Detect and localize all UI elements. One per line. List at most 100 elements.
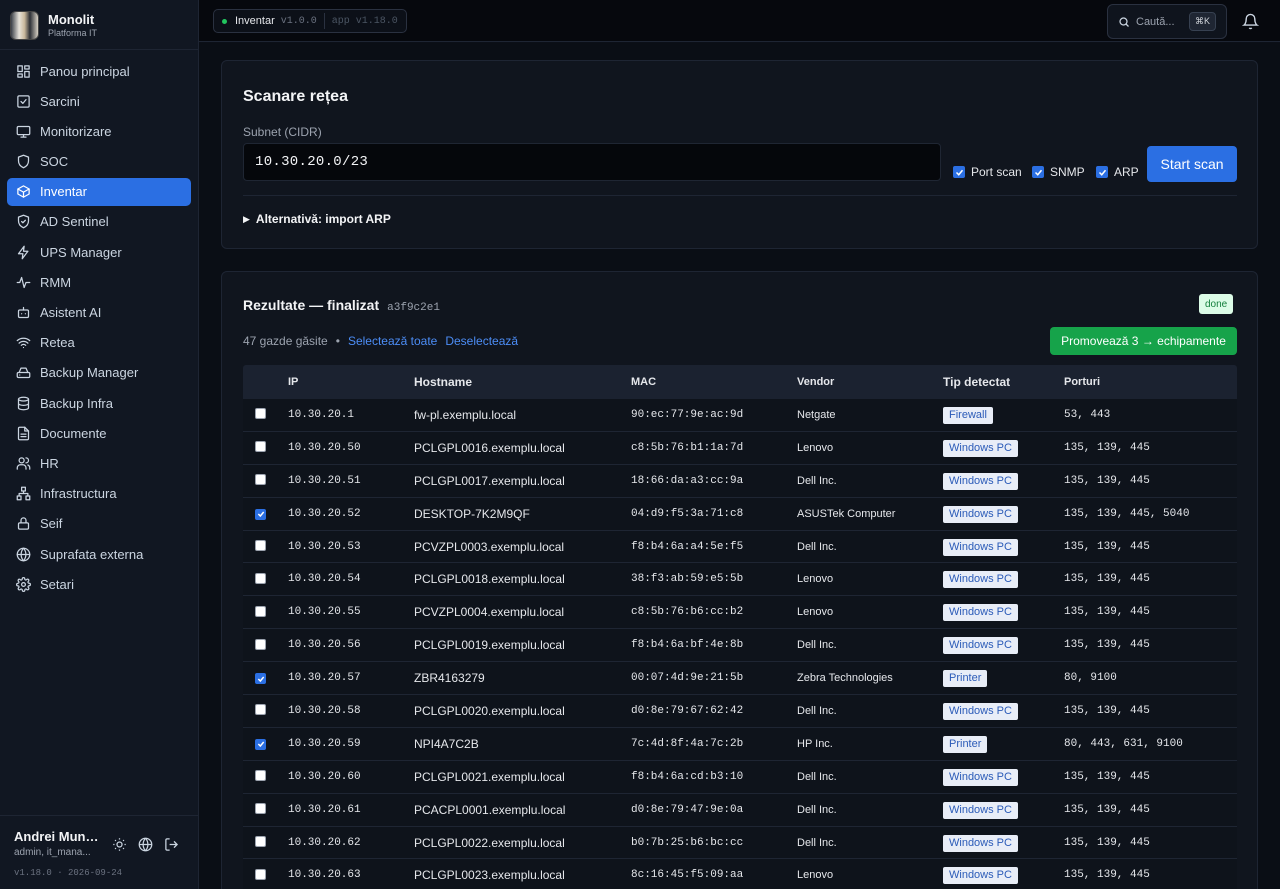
table-row[interactable]: 10.30.20.57 ZBR4163279 00:07:4d:9e:21:5b Ze…: [243, 662, 1237, 696]
brand[interactable]: Monolit Platforma IT: [10, 10, 97, 40]
row-checkbox[interactable]: [255, 605, 266, 617]
table-row[interactable]: 10.30.20.58 PCLGPL0020.exemplu.local d0:8e…: [243, 695, 1237, 728]
alt-import-toggle[interactable]: ▶ Alternativă: import ARP: [243, 212, 391, 226]
sidebar-item-setari[interactable]: Setari: [7, 570, 191, 598]
table-row[interactable]: 10.30.20.1 fw-pl.exemplu.local 90:ec:77:9e…: [243, 399, 1237, 432]
row-checkbox[interactable]: [255, 474, 266, 486]
table-row[interactable]: 10.30.20.51 PCLGPL0017.exemplu.local 18:66…: [243, 464, 1237, 498]
table-row[interactable]: 10.30.20.63 PCLGPL0023.exemplu.local 8c:16…: [243, 859, 1237, 889]
start-scan-button[interactable]: Start scan: [1147, 146, 1237, 182]
sidebar-item-backup-infra[interactable]: Backup Infra: [7, 389, 191, 417]
row-checkbox[interactable]: [255, 638, 266, 650]
header-vendor[interactable]: Vendor: [797, 376, 943, 388]
port-scan-label: Port scan: [971, 165, 1022, 179]
user-role: admin, it_mana...: [14, 847, 91, 858]
table-row[interactable]: 10.30.20.56 PCLGPL0019.exemplu.local f8:b4…: [243, 629, 1237, 663]
sidebar-item-label: Infrastructura: [40, 486, 117, 502]
sidebar-item-inventar[interactable]: Inventar: [7, 177, 191, 206]
table-row[interactable]: 10.30.20.53 PCVZPL0003.exemplu.local f8:b4…: [243, 530, 1237, 564]
sidebar-item-label: HR: [40, 455, 59, 471]
row-checkbox[interactable]: [255, 803, 266, 815]
table-row[interactable]: 10.30.20.59 NPI4A7C2B 7c:4d:8f:4a:7c:2b HP …: [243, 727, 1237, 761]
sidebar-item-infrastructura[interactable]: Infrastructura: [7, 480, 191, 508]
brand-text: Monolit Platforma IT: [48, 12, 97, 39]
status-dot: [222, 18, 227, 24]
type-tag: Windows PC: [943, 538, 1018, 556]
row-checkbox[interactable]: [255, 408, 266, 420]
row-select-cell: [243, 638, 288, 653]
row-checkbox[interactable]: [255, 540, 266, 551]
table-row[interactable]: 10.30.20.54 PCLGPL0018.exemplu.local 38:f3…: [243, 563, 1237, 597]
cell-ip: 10.30.20.57: [288, 672, 361, 685]
search-input[interactable]: Caută... ⌘K: [1107, 4, 1227, 39]
cell-hostname: PCLGPL0021.exemplu.local: [414, 769, 565, 784]
header-ports[interactable]: Porturi: [1064, 376, 1100, 388]
row-select-cell: [243, 802, 288, 817]
header-ip[interactable]: IP: [288, 376, 414, 388]
table-row[interactable]: 10.30.20.62 PCLGPL0022.exemplu.local b0:7b…: [243, 826, 1237, 860]
row-checkbox[interactable]: [255, 868, 266, 880]
sidebar-item-panou-principal[interactable]: Panou principal: [7, 57, 191, 85]
row-checkbox[interactable]: [255, 770, 266, 782]
table-row[interactable]: 10.30.20.61 PCACPL0001.exemplu.local d0:8e…: [243, 793, 1237, 827]
option-arp[interactable]: ARP: [1096, 165, 1139, 179]
sidebar-item-label: Seif: [40, 516, 63, 532]
subnet-input[interactable]: [243, 143, 941, 181]
language-button[interactable]: [136, 835, 154, 853]
sidebar-item-retea[interactable]: Retea: [7, 329, 191, 357]
row-select-cell: [243, 572, 288, 587]
sidebar-item-rmm[interactable]: RMM: [7, 268, 191, 296]
option-port-scan[interactable]: Port scan: [953, 165, 1022, 179]
theme-toggle-button[interactable]: [110, 835, 128, 853]
sidebar-item-sarcini[interactable]: Sarcini: [7, 87, 191, 115]
module-breadcrumb[interactable]: Inventar v1.0.0 app v1.18.0: [213, 9, 407, 33]
header-hostname[interactable]: Hostname: [414, 375, 631, 389]
sidebar-item-suprafata-externa[interactable]: Suprafata externa: [7, 540, 191, 568]
row-checkbox[interactable]: [255, 836, 266, 848]
sidebar-item-asistent-ai[interactable]: Asistent AI: [7, 299, 191, 327]
sidebar-item-backup-manager[interactable]: Backup Manager: [7, 359, 191, 387]
snmp-checkbox[interactable]: [1032, 166, 1044, 178]
header-type[interactable]: Tip detectat: [943, 375, 1064, 389]
sidebar-item-monitorizare[interactable]: Monitorizare: [7, 117, 191, 145]
type-tag: Windows PC: [943, 867, 1018, 885]
sidebar-item-soc[interactable]: SOC: [7, 148, 191, 176]
header-mac[interactable]: MAC: [631, 376, 797, 388]
shield-check-icon: [16, 214, 31, 229]
deselect-link[interactable]: Deselectează: [445, 334, 518, 348]
table-row[interactable]: 10.30.20.52 DESKTOP-7K2M9QF 04:d9:f5:3a:71…: [243, 497, 1237, 531]
row-checkbox[interactable]: [255, 738, 266, 750]
row-checkbox[interactable]: [255, 673, 266, 685]
user-name: Andrei Munt...: [14, 829, 99, 844]
arp-checkbox[interactable]: [1096, 166, 1108, 178]
table-row[interactable]: 10.30.20.60 PCLGPL0021.exemplu.local f8:b4…: [243, 760, 1237, 794]
bolt-icon: [16, 245, 31, 260]
sidebar-item-label: Backup Manager: [40, 365, 139, 381]
snmp-label: SNMP: [1050, 165, 1085, 179]
sidebar-item-hr[interactable]: HR: [7, 449, 191, 477]
cell-type: Windows PC: [943, 801, 1064, 819]
notifications-button[interactable]: [1240, 11, 1260, 31]
cell-hostname: PCACPL0001.exemplu.local: [414, 802, 566, 817]
logout-button[interactable]: [162, 835, 180, 853]
type-tag: Windows PC: [943, 834, 1018, 852]
row-checkbox[interactable]: [255, 572, 266, 584]
sidebar-item-seif[interactable]: Seif: [7, 510, 191, 538]
select-all-link[interactable]: Selectează toate: [348, 334, 437, 348]
table-row[interactable]: 10.30.20.50 PCLGPL0016.exemplu.local c8:5b…: [243, 431, 1237, 465]
table-row[interactable]: 10.30.20.55 PCVZPL0004.exemplu.local c8:5b…: [243, 596, 1237, 630]
globe-icon: [138, 837, 152, 851]
promote-button[interactable]: Promovează 3 → echipamente: [1050, 327, 1237, 355]
row-checkbox[interactable]: [255, 704, 266, 716]
type-tag: Windows PC: [943, 637, 1018, 655]
type-tag: Windows PC: [943, 439, 1018, 457]
sidebar-item-documente[interactable]: Documente: [7, 419, 191, 447]
option-snmp[interactable]: SNMP: [1032, 165, 1085, 179]
cell-ports: 135, 139, 445: [1064, 869, 1150, 882]
sidebar-item-ups-manager[interactable]: UPS Manager: [7, 238, 191, 266]
sidebar-item-ad-sentinel[interactable]: AD Sentinel: [7, 208, 191, 236]
port-scan-checkbox[interactable]: [953, 166, 965, 178]
row-checkbox[interactable]: [255, 508, 266, 520]
row-checkbox[interactable]: [255, 441, 266, 453]
cell-ip: 10.30.20.58: [288, 704, 361, 717]
